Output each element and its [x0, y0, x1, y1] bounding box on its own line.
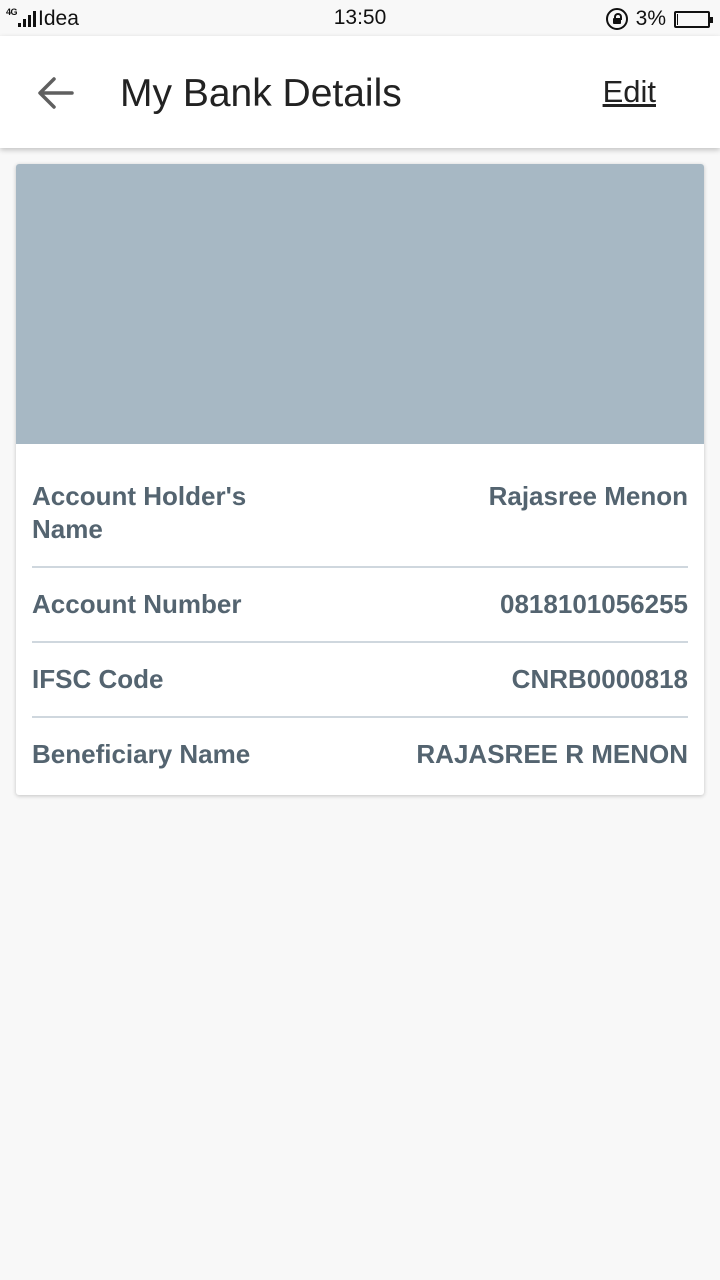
- edit-button[interactable]: Edit: [603, 74, 656, 110]
- details-list: Account Holder's Name Rajasree Menon Acc…: [16, 444, 704, 791]
- detail-value: CNRB0000818: [511, 664, 688, 694]
- detail-label: Beneficiary Name: [32, 739, 251, 769]
- page-title: My Bank Details: [120, 72, 402, 115]
- card-banner: [16, 164, 704, 444]
- detail-label: Account Number: [32, 589, 242, 619]
- detail-value: RAJASREE R MENON: [416, 739, 688, 769]
- detail-label: IFSC Code: [32, 664, 164, 694]
- detail-row-ifsc-code: IFSC Code CNRB0000818: [32, 643, 688, 718]
- back-button[interactable]: [30, 68, 80, 118]
- app-bar: My Bank Details Edit: [0, 36, 720, 148]
- arrow-back-icon: [38, 77, 74, 109]
- rotation-lock-icon: [605, 8, 628, 30]
- battery-percent: 3%: [635, 7, 666, 30]
- battery-icon: [674, 10, 713, 28]
- detail-value: 0818101056255: [500, 589, 688, 619]
- detail-row-beneficiary-name: Beneficiary Name RAJASREE R MENON: [32, 718, 688, 791]
- detail-value: Rajasree Menon: [488, 481, 688, 511]
- detail-label: Account Holder's Name: [32, 481, 247, 544]
- status-bar: 4G Idea 13:50 3%: [0, 0, 720, 36]
- detail-row-account-number: Account Number 0818101056255: [32, 568, 688, 643]
- detail-row-account-holder: Account Holder's Name Rajasree Menon: [32, 444, 688, 568]
- battery-fill: [677, 13, 678, 25]
- status-right: 3%: [605, 6, 713, 32]
- bank-details-card: Account Holder's Name Rajasree Menon Acc…: [16, 164, 704, 795]
